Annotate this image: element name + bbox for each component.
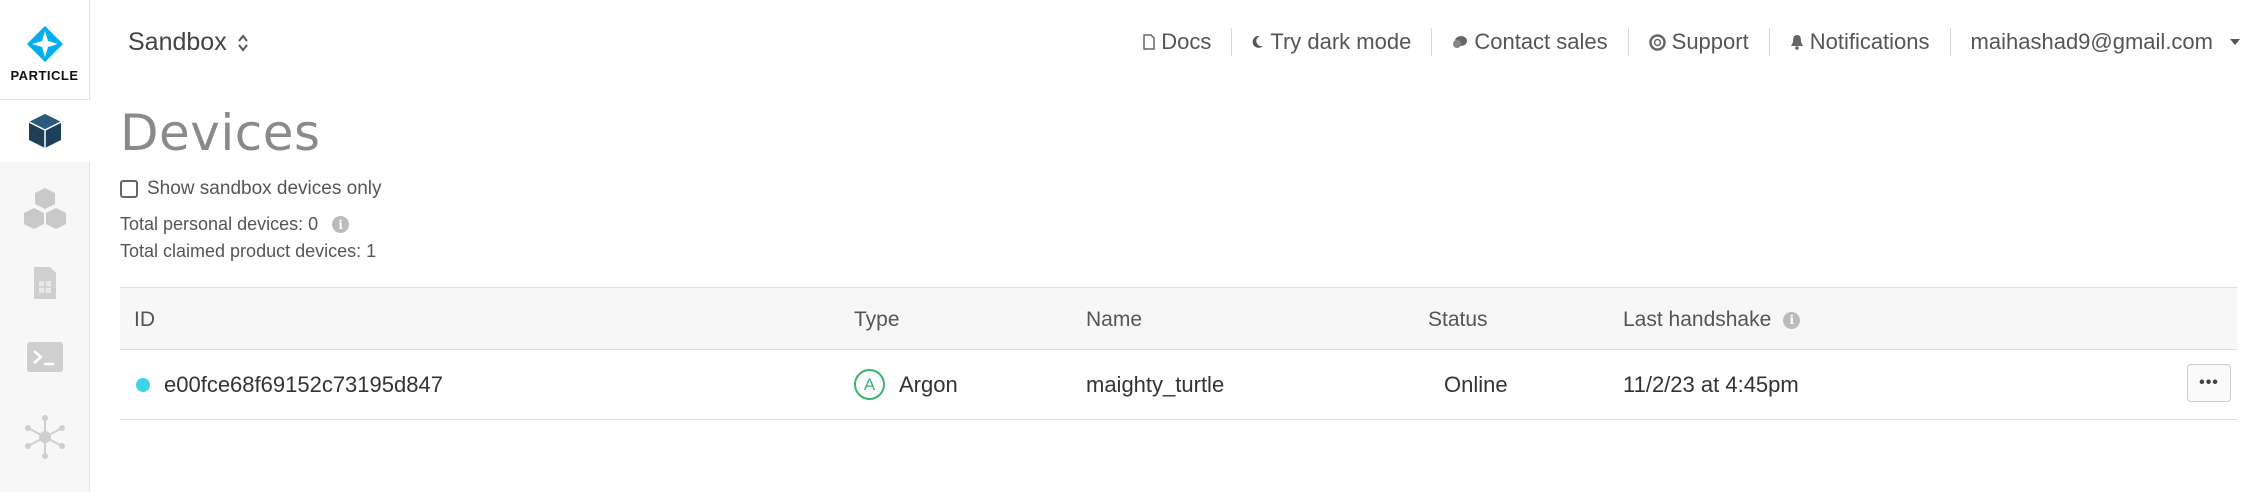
sandbox-filter-label: Show sandbox devices only [147, 178, 382, 199]
device-id[interactable]: e00fce68f69152c73195d847 [164, 372, 443, 398]
online-status-dot [136, 378, 150, 392]
sidebar: PARTICLE [0, 0, 90, 492]
account-email: maihashad9@gmail.com [1970, 29, 2213, 54]
contact-sales-link[interactable]: Contact sales [1432, 28, 1629, 56]
more-actions-button[interactable]: ••• [2187, 364, 2231, 402]
environment-selector[interactable]: Sandbox [128, 28, 249, 57]
lifebuoy-icon [1648, 33, 1666, 51]
support-label: Support [1671, 29, 1749, 54]
chat-icon [1453, 36, 1468, 48]
device-type-cell: A Argon [854, 369, 958, 400]
devices-table: ID Type Name Status Last handshake i e00… [120, 287, 2237, 420]
page-title: Devices [120, 104, 321, 162]
device-name: maighty_turtle [1086, 372, 1225, 397]
sidebar-item-devices[interactable] [0, 100, 90, 162]
top-navigation: Docs Try dark mode Contact sales Support… [1123, 28, 2241, 56]
total-personal-label: Total personal devices: 0 [120, 214, 319, 234]
sidebar-item-console[interactable] [0, 326, 90, 388]
sidebar-item-sims[interactable] [0, 252, 90, 314]
column-header-last-handshake[interactable]: Last handshake i [1623, 308, 1801, 332]
brand-name: PARTICLE [10, 68, 79, 83]
docs-label: Docs [1161, 29, 1212, 54]
docs-link[interactable]: Docs [1123, 28, 1233, 56]
cubes-icon [24, 188, 66, 229]
network-icon [25, 415, 65, 459]
notifications-link[interactable]: Notifications [1770, 28, 1951, 56]
table-row[interactable]: e00fce68f69152c73195d847 A Argon maighty… [120, 350, 2237, 420]
caret-down-icon [2230, 39, 2240, 45]
moon-icon [1252, 35, 1264, 48]
chevron-up-down-icon [237, 33, 249, 53]
device-type: Argon [899, 371, 958, 397]
account-menu[interactable]: maihashad9@gmail.com [1951, 28, 2241, 56]
total-claimed-devices: Total claimed product devices: 1 [120, 241, 377, 261]
sandbox-filter-checkbox[interactable] [120, 180, 138, 198]
contact-sales-label: Contact sales [1474, 29, 1608, 54]
device-id-cell: e00fce68f69152c73195d847 [136, 372, 443, 398]
document-icon [1143, 34, 1155, 50]
table-header: ID Type Name Status Last handshake i [120, 287, 2237, 350]
cube-icon [28, 114, 61, 148]
terminal-icon [27, 342, 63, 372]
sim-card-icon [34, 267, 56, 299]
argon-badge-icon: A [854, 369, 885, 400]
info-icon[interactable]: i [332, 216, 350, 233]
environment-label: Sandbox [128, 28, 227, 56]
particle-logo-icon [26, 26, 63, 62]
sidebar-item-products[interactable] [0, 178, 90, 240]
dark-mode-label: Try dark mode [1270, 29, 1412, 54]
device-last-handshake: 11/2/23 at 4:45pm [1623, 372, 1799, 397]
support-link[interactable]: Support [1629, 28, 1770, 56]
particle-logo[interactable]: PARTICLE [0, 0, 90, 100]
dark-mode-toggle[interactable]: Try dark mode [1232, 28, 1433, 56]
bell-icon [1790, 35, 1803, 50]
last-handshake-label: Last handshake [1623, 308, 1772, 331]
info-icon[interactable]: i [1783, 311, 1801, 329]
total-personal-devices: Total personal devices: 0 i [120, 214, 350, 235]
device-status: Online [1444, 372, 1508, 397]
column-header-id[interactable]: ID [134, 308, 155, 332]
column-header-type[interactable]: Type [854, 308, 900, 332]
column-header-status[interactable]: Status [1428, 308, 1488, 332]
sidebar-item-integrations[interactable] [0, 406, 90, 468]
sandbox-filter[interactable]: Show sandbox devices only [120, 178, 381, 200]
notifications-label: Notifications [1809, 29, 1930, 54]
column-header-name[interactable]: Name [1086, 308, 1142, 332]
